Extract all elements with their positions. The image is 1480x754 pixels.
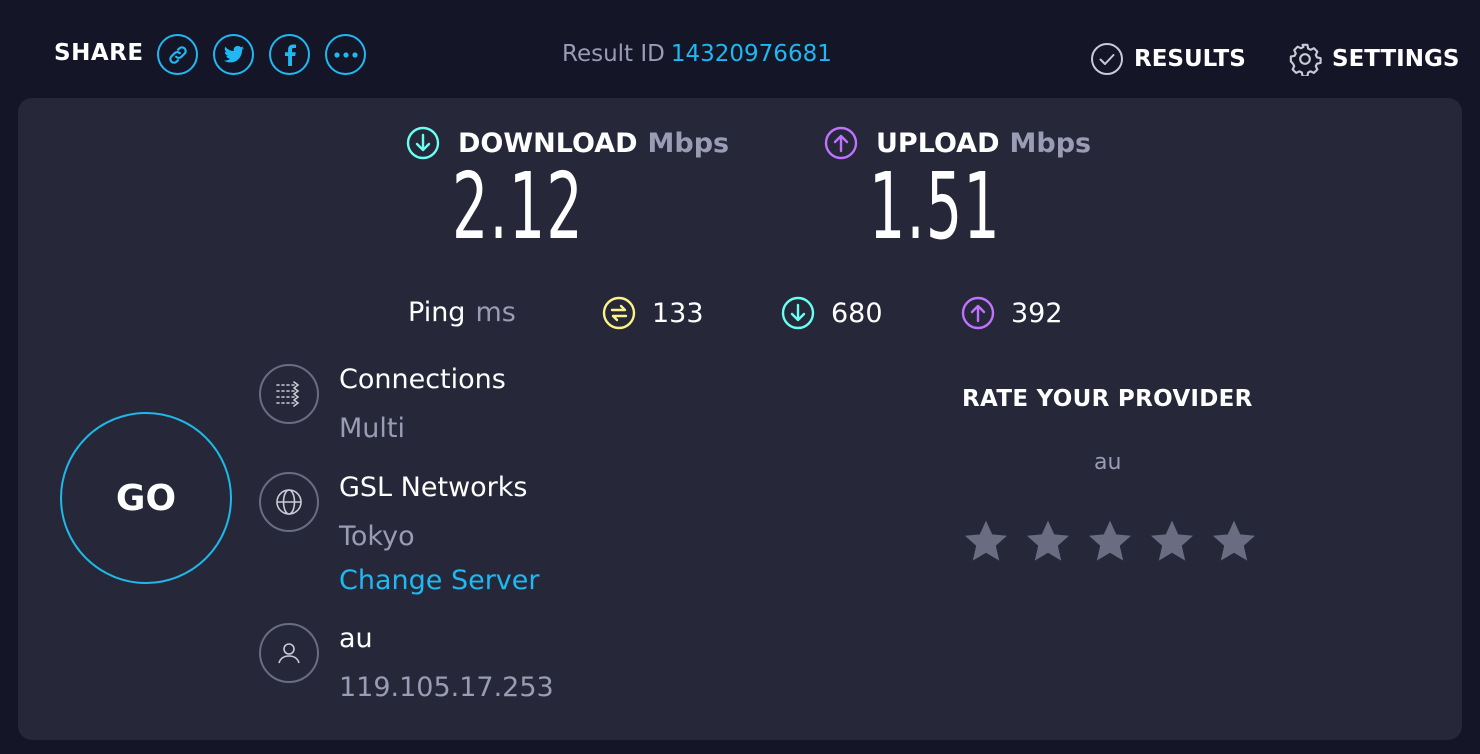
- result-id-value[interactable]: 14320976681: [671, 41, 832, 67]
- results-link[interactable]: RESULTS: [1090, 42, 1246, 76]
- link-icon: [168, 45, 187, 64]
- share-twitter-button[interactable]: [213, 34, 254, 75]
- rate-provider-name: au: [1094, 450, 1122, 475]
- user-icon: [278, 643, 300, 664]
- ping-idle-value: 133: [652, 297, 704, 329]
- ping-upload-value: 392: [1011, 297, 1063, 329]
- connections-icon-wrap: [259, 364, 319, 424]
- rating-star-icon[interactable]: [962, 517, 1010, 565]
- connections-title: Connections: [339, 364, 506, 395]
- result-id: Result ID 14320976681: [562, 41, 832, 67]
- ping-download: 680: [781, 296, 883, 330]
- change-server-link[interactable]: Change Server: [339, 565, 540, 596]
- server-location: Tokyo: [339, 521, 415, 552]
- upload-unit: Mbps: [1009, 127, 1092, 159]
- ping-label-group: Ping ms: [408, 297, 516, 328]
- gear-icon: [1289, 43, 1322, 76]
- provider-ip: 119.105.17.253: [339, 672, 554, 703]
- more-icon: [333, 51, 358, 58]
- server-name: GSL Networks: [339, 472, 528, 503]
- facebook-icon: [284, 43, 296, 66]
- ping-idle: 133: [602, 296, 704, 330]
- download-arrow-icon: [406, 126, 440, 160]
- ping-upload: 392: [961, 296, 1063, 330]
- rate-provider-title: RATE YOUR PROVIDER: [962, 386, 1253, 412]
- rating-star-icon[interactable]: [1148, 517, 1196, 565]
- results-label: RESULTS: [1134, 46, 1246, 72]
- share-label: SHARE: [54, 40, 144, 66]
- result-panel: [18, 98, 1462, 740]
- share-more-button[interactable]: [325, 34, 366, 75]
- provider-name: au: [339, 623, 373, 654]
- upload-ping-icon: [961, 296, 995, 330]
- user-icon-wrap: [259, 623, 319, 683]
- rating-star-icon[interactable]: [1086, 517, 1134, 565]
- download-value: 2.12: [452, 153, 584, 260]
- share-link-button[interactable]: [157, 34, 198, 75]
- ping-label: Ping: [408, 297, 466, 328]
- globe-icon-wrap: [259, 472, 319, 532]
- rating-star-icon[interactable]: [1024, 517, 1072, 565]
- rating-star-icon[interactable]: [1210, 517, 1258, 565]
- twitter-icon: [223, 45, 244, 62]
- result-id-label: Result ID: [562, 41, 665, 67]
- settings-link[interactable]: SETTINGS: [1288, 42, 1459, 76]
- idle-ping-icon: [602, 296, 636, 330]
- settings-label: SETTINGS: [1332, 46, 1460, 72]
- ping-unit: ms: [475, 297, 516, 328]
- upload-value: 1.51: [869, 153, 1001, 260]
- download-unit: Mbps: [647, 127, 730, 159]
- download-ping-icon: [781, 296, 815, 330]
- upload-arrow-icon: [824, 126, 858, 160]
- globe-icon: [276, 489, 302, 515]
- check-circle-icon: [1091, 43, 1123, 75]
- connections-value: Multi: [339, 413, 405, 444]
- share-facebook-button[interactable]: [269, 34, 310, 75]
- connections-icon: [276, 381, 300, 407]
- go-button[interactable]: GO: [60, 412, 232, 584]
- ping-download-value: 680: [831, 297, 883, 329]
